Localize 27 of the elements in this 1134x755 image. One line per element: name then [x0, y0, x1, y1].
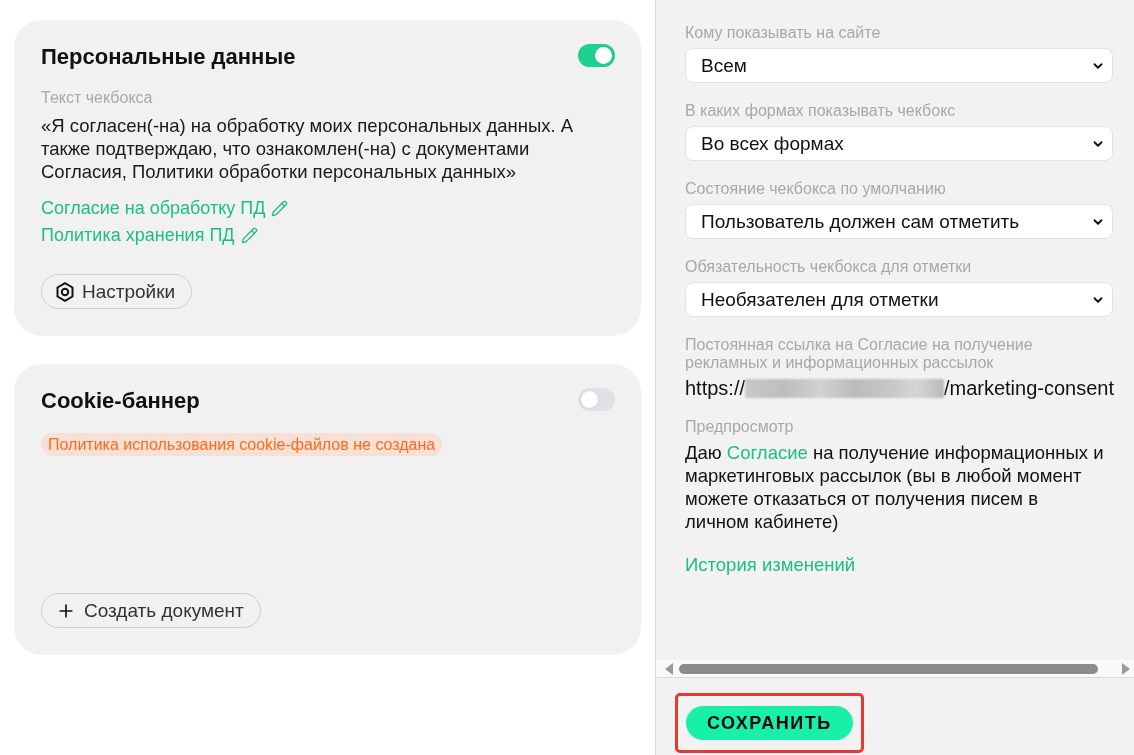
url-text: /marketing-consent [943, 376, 1114, 400]
pencil-icon[interactable] [240, 227, 258, 244]
save-button[interactable]: СОХРАНИТЬ [686, 706, 853, 740]
field-label: Кому показывать на сайте [685, 24, 882, 42]
toggle-switch[interactable] [578, 43, 615, 67]
dropdown[interactable]: Во всех формах [685, 126, 1113, 161]
card-title: Персональные данные [41, 44, 296, 70]
settings-icon [56, 281, 74, 302]
field-label: Обязательность чекбокса для отметки [685, 258, 973, 276]
checkbox-text: «Я согласен(-на) на обработку моих персональных данных. А также подтверждаю, что ознакомлен(-на) с документами Согласия, Политики обработки персональных данных» [41, 114, 575, 183]
horizontal-scrollbar[interactable] [656, 660, 1134, 677]
warning-badge: Политика использования cookie-файлов не создана [41, 433, 443, 456]
field-label: В каких формах показывать чекбокс [685, 102, 957, 120]
card-title: Cookie-баннер [41, 388, 200, 414]
field-label: Текст чекбокса [41, 89, 154, 107]
field-label: Предпросмотр [685, 418, 795, 436]
preview-text: Даю Согласие на получение информационных и маркетинговых рассылок (вы в любой момент можете отказаться от получения писем в личном кабинете) [685, 441, 1105, 533]
dropdown[interactable]: Пользователь должен сам отметить [685, 204, 1113, 239]
pencil-icon[interactable] [271, 200, 289, 217]
field-label: Состояние чекбокса по умолчанию [685, 180, 947, 198]
toggle-switch[interactable] [578, 387, 615, 411]
field-label: Постоянная ссылка на Согласие на получение рекламных и информационных рассылок [685, 336, 1034, 372]
arrow-left-icon[interactable] [665, 662, 673, 675]
arrow-right-icon[interactable] [1122, 662, 1130, 675]
dropdown[interactable]: Всем [685, 48, 1113, 83]
dropdown[interactable]: Необязателен для отметки [685, 282, 1113, 317]
url-text: https:// [685, 376, 746, 400]
